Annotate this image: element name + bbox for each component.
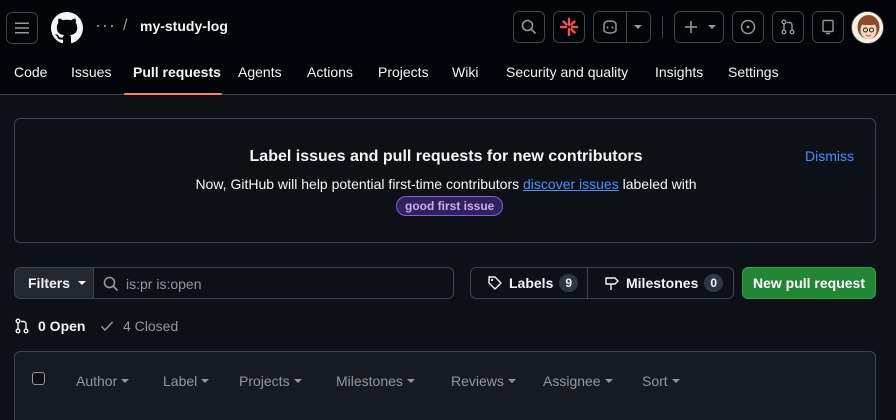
- labels-label: Labels: [509, 275, 554, 291]
- chevron-down-icon: [201, 379, 210, 383]
- chevron-down-icon: [406, 379, 415, 383]
- good-first-issue-label[interactable]: good first issue: [396, 196, 504, 216]
- spark-icon: [559, 17, 579, 37]
- top-bar: ··· / my-study-log: [0, 0, 896, 56]
- tab-settings[interactable]: Settings: [728, 64, 779, 80]
- reviews-filter[interactable]: Reviews: [451, 373, 516, 389]
- chevron-down-icon: [507, 379, 516, 383]
- tag-icon: [488, 276, 502, 290]
- banner-title: Label issues and pull requests for new c…: [249, 148, 643, 165]
- banner-text: Now, GitHub will help potential first-ti…: [15, 176, 877, 192]
- projects-filter-label: Projects: [239, 373, 290, 389]
- chevron-down-icon: [293, 379, 302, 383]
- breadcrumb-separator: /: [123, 17, 128, 34]
- tab-issues[interactable]: Issues: [71, 64, 111, 80]
- chevron-down-icon: [604, 379, 613, 383]
- banner-text-after: labeled with: [618, 176, 697, 192]
- user-avatar[interactable]: [851, 11, 884, 44]
- git-pull-request-icon: [781, 19, 795, 35]
- filters-label: Filters: [28, 275, 71, 291]
- search-icon: [521, 19, 537, 35]
- git-pull-request-icon: [15, 318, 29, 334]
- open-filter[interactable]: 0 Open: [14, 318, 85, 334]
- copilot-spark-button[interactable]: [553, 11, 585, 43]
- select-all-checkbox[interactable]: [32, 372, 45, 385]
- tab-pull-requests[interactable]: Pull requests: [133, 64, 221, 80]
- chevron-down-icon: [671, 379, 680, 383]
- menu-button[interactable]: [6, 12, 38, 44]
- milestones-filter-label: Milestones: [336, 373, 403, 389]
- tab-actions[interactable]: Actions: [307, 64, 353, 80]
- copilot-icon: [603, 20, 617, 34]
- closed-count: 4 Closed: [123, 318, 179, 334]
- hamburger-icon: [15, 22, 29, 34]
- search-icon: [103, 276, 119, 292]
- breadcrumb-more-button[interactable]: ···: [95, 15, 116, 36]
- issues-button[interactable]: [732, 11, 764, 43]
- dismiss-button[interactable]: Dismiss: [805, 148, 854, 164]
- labels-button[interactable]: Labels 9: [470, 267, 588, 299]
- contributor-banner: Label issues and pull requests for new c…: [14, 118, 876, 243]
- sort-filter[interactable]: Sort: [642, 373, 680, 389]
- milestones-filter[interactable]: Milestones: [336, 373, 415, 389]
- copilot-button[interactable]: [593, 11, 651, 43]
- active-tab-indicator: [124, 93, 222, 95]
- filters-button[interactable]: Filters: [14, 267, 94, 299]
- tab-security-and-quality[interactable]: Security and quality: [506, 64, 628, 80]
- tab-wiki[interactable]: Wiki: [452, 64, 478, 80]
- closed-filter[interactable]: 4 Closed: [99, 318, 178, 334]
- tab-code[interactable]: Code: [14, 64, 47, 80]
- inbox-icon: [822, 19, 834, 35]
- tab-projects[interactable]: Projects: [378, 64, 429, 80]
- inbox-button[interactable]: [812, 11, 844, 43]
- repo-name-link[interactable]: my-study-log: [140, 18, 228, 34]
- new-pull-request-button[interactable]: New pull request: [742, 267, 876, 299]
- check-icon: [100, 321, 114, 332]
- tab-insights[interactable]: Insights: [655, 64, 703, 80]
- header-divider: [662, 16, 663, 38]
- split-divider: [626, 12, 627, 42]
- chevron-down-icon: [121, 379, 130, 383]
- author-filter[interactable]: Author: [76, 373, 130, 389]
- label-filter[interactable]: Label: [163, 373, 210, 389]
- reviews-filter-label: Reviews: [451, 373, 504, 389]
- chevron-down-icon: [78, 281, 87, 285]
- chevron-down-icon: [708, 25, 716, 29]
- search-field[interactable]: [93, 267, 454, 299]
- app-header: ··· / my-study-log Code Issues Pull requ…: [0, 0, 896, 95]
- milestones-label: Milestones: [626, 275, 699, 291]
- milestones-button[interactable]: Milestones 0: [587, 267, 734, 299]
- pr-list-header: Author Label Projects Milestones Reviews…: [14, 351, 876, 420]
- search-input[interactable]: [126, 274, 446, 294]
- assignee-filter[interactable]: Assignee: [543, 373, 613, 389]
- labels-count-badge: 9: [559, 274, 579, 292]
- milestones-count-badge: 0: [704, 274, 724, 292]
- assignee-filter-label: Assignee: [543, 373, 601, 389]
- issue-opened-icon: [740, 19, 756, 35]
- banner-text-before: Now, GitHub will help potential first-ti…: [195, 176, 524, 192]
- milestone-icon: [605, 277, 619, 290]
- pull-requests-button[interactable]: [772, 11, 804, 43]
- repo-nav: Code Issues Pull requests Agents Actions…: [0, 56, 896, 95]
- plus-icon: [685, 21, 697, 33]
- tab-agents[interactable]: Agents: [238, 64, 282, 80]
- label-filter-label: Label: [163, 373, 198, 389]
- sort-filter-label: Sort: [642, 373, 668, 389]
- github-logo-icon[interactable]: [51, 12, 83, 44]
- author-filter-label: Author: [76, 373, 118, 389]
- search-button[interactable]: [513, 11, 545, 43]
- open-count: 0 Open: [38, 318, 86, 334]
- chevron-down-icon[interactable]: [634, 25, 642, 29]
- discover-issues-link[interactable]: discover issues: [523, 176, 619, 192]
- projects-filter[interactable]: Projects: [239, 373, 302, 389]
- create-new-button[interactable]: [674, 11, 724, 43]
